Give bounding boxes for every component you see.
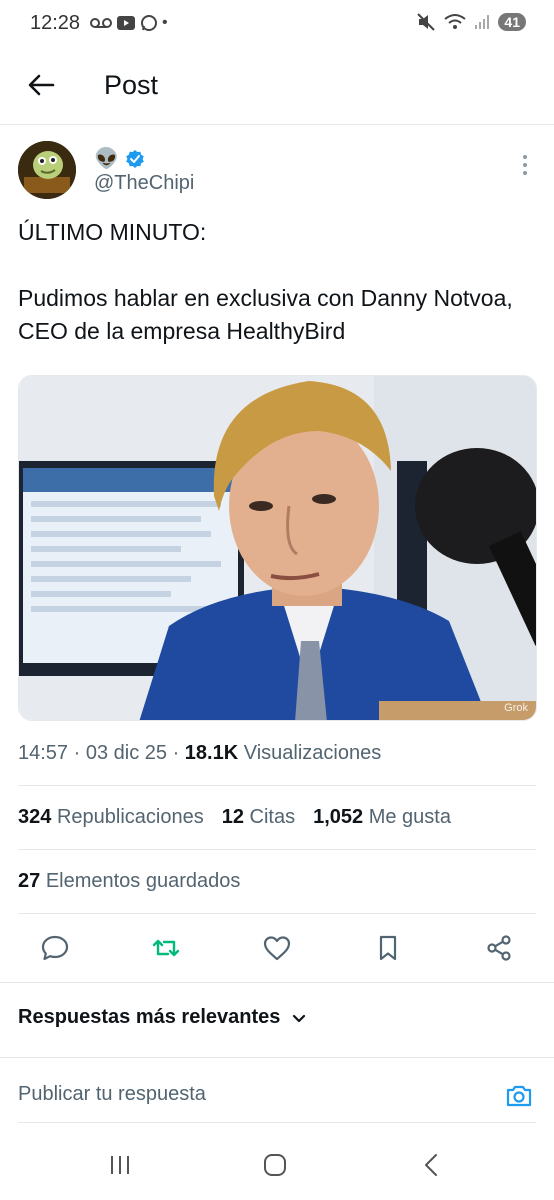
chevron-down-icon	[293, 1014, 306, 1022]
engagement-stats: 324 Republicaciones 12 Citas 1,052 Me gu…	[18, 806, 451, 829]
home-icon[interactable]	[262, 1152, 288, 1178]
author-handle[interactable]: @TheChipi	[94, 172, 194, 195]
battery-level: 41	[498, 13, 526, 31]
post-text: ÚLTIMO MINUTO: Pudimos hablar en exclusi…	[18, 219, 513, 344]
action-bar	[0, 925, 554, 971]
more-options-icon[interactable]	[514, 150, 536, 180]
reply-icon[interactable]	[40, 933, 70, 963]
reply-input[interactable]: Publicar tu respuesta	[18, 1083, 206, 1106]
replies-sort-label: Respuestas más relevantes	[18, 1006, 281, 1028]
likes-stat[interactable]: 1,052 Me gusta	[313, 806, 451, 829]
divider	[18, 785, 536, 786]
likes-label: Me gusta	[368, 806, 451, 828]
back-icon[interactable]	[420, 1152, 442, 1178]
post-date: 03 dic 25	[85, 742, 168, 764]
avatar[interactable]	[18, 141, 76, 199]
divider	[0, 1057, 554, 1058]
divider	[18, 849, 536, 850]
share-icon[interactable]	[484, 933, 514, 963]
divider	[18, 1122, 536, 1123]
system-nav-bar	[0, 1140, 554, 1200]
replies-sort-dropdown[interactable]: Respuestas más relevantes	[18, 1006, 308, 1029]
divider	[0, 982, 554, 983]
verified-badge-icon	[126, 149, 144, 168]
post-header: Post	[0, 50, 554, 125]
author-name[interactable]: 👽	[94, 146, 145, 171]
camera-icon[interactable]	[505, 1082, 533, 1110]
author-emoji: 👽	[94, 148, 119, 170]
post-image[interactable]: Grok	[18, 375, 537, 721]
quotes-stat[interactable]: 12 Citas	[222, 806, 295, 829]
voicemail-icon	[90, 18, 112, 28]
repost-icon[interactable]	[151, 933, 181, 963]
wifi-icon	[444, 14, 467, 29]
recent-apps-icon[interactable]	[108, 1152, 132, 1178]
mute-icon	[417, 13, 436, 31]
quotes-label: Citas	[249, 806, 296, 828]
whatsapp-icon	[141, 15, 157, 31]
likes-count: 1,052	[313, 806, 364, 828]
views-label: Visualizaciones	[243, 742, 382, 764]
post-meta: 14:57 · 03 dic 25 · 18.1K Visualizacione…	[18, 742, 382, 764]
notification-icons: •	[90, 14, 168, 32]
back-arrow-icon[interactable]	[26, 70, 56, 100]
reposts-label: Republicaciones	[56, 806, 204, 828]
grok-watermark: Grok	[504, 702, 528, 714]
youtube-icon	[117, 16, 135, 30]
dot-icon: •	[162, 14, 168, 31]
bookmarks-stat[interactable]: 27 Elementos guardados	[18, 870, 240, 893]
views-count: 18.1K	[184, 742, 239, 764]
saved-count: 27	[18, 870, 41, 892]
reposts-stat[interactable]: 324 Republicaciones	[18, 806, 204, 829]
page-title: Post	[104, 70, 159, 100]
like-icon[interactable]	[262, 933, 292, 963]
saved-label: Elementos guardados	[45, 870, 241, 892]
bookmark-icon[interactable]	[373, 933, 403, 963]
quotes-count: 12	[221, 806, 244, 828]
signal-icon	[475, 15, 490, 29]
status-bar: 12:28 • 41	[0, 0, 554, 50]
divider	[18, 913, 536, 914]
system-icons: 41	[416, 12, 526, 32]
status-time: 12:28	[30, 12, 81, 34]
reposts-count: 324	[18, 806, 52, 828]
post-time: 14:57	[18, 742, 69, 764]
